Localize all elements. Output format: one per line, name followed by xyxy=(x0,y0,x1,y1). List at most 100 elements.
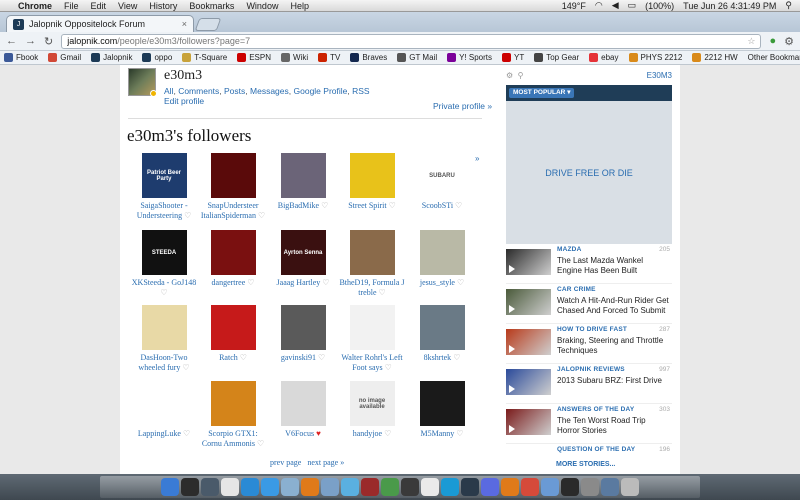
folder-icon[interactable] xyxy=(541,478,559,496)
app-menu-chrome[interactable]: Chrome xyxy=(18,1,52,11)
trash-icon[interactable] xyxy=(621,478,639,496)
bookmark-11[interactable]: YT xyxy=(502,53,524,62)
follower-avatar[interactable]: Patriot Beer Party xyxy=(141,153,187,198)
follower-name-link[interactable]: LappingLuke ♡ xyxy=(130,429,198,439)
story-thumbnail[interactable] xyxy=(506,329,551,355)
finder-icon[interactable] xyxy=(161,478,179,496)
reload-icon[interactable]: ↻ xyxy=(44,35,53,48)
bookmark-8[interactable]: Braves xyxy=(350,53,387,62)
profile-link-comments[interactable]: Comments xyxy=(178,86,219,96)
battery-icon[interactable]: ▭ xyxy=(628,0,637,11)
follower-name-link[interactable]: BtheD19, Formula J treble ♡ xyxy=(338,278,406,298)
avatar[interactable] xyxy=(128,68,157,97)
search-icon[interactable]: ⚲ xyxy=(518,71,524,80)
story-category[interactable]: MAZDA xyxy=(557,246,581,253)
bookmark-9[interactable]: GT Mail xyxy=(397,53,437,62)
follow-heart-icon[interactable]: ♡ xyxy=(451,353,460,362)
bookmark-2[interactable]: Jalopnik xyxy=(91,53,132,62)
bookmark-5[interactable]: ESPN xyxy=(237,53,271,62)
bookmark-6[interactable]: Wiki xyxy=(280,53,308,62)
bookmark-0[interactable]: Fbook xyxy=(4,53,38,62)
volume-icon[interactable]: ◀ xyxy=(612,0,619,11)
other-bookmarks[interactable]: Other Bookmarks xyxy=(748,53,800,62)
follow-heart-icon[interactable]: ♡ xyxy=(454,429,463,438)
story-category[interactable]: CAR CRIME xyxy=(557,286,596,293)
bookmark-10[interactable]: Y! Sports xyxy=(447,53,492,62)
tab-close-icon[interactable]: × xyxy=(182,19,187,29)
profile-link-rss[interactable]: RSS xyxy=(352,86,369,96)
dashboard-icon[interactable] xyxy=(181,478,199,496)
follower-name-link[interactable]: 8kshrtek ♡ xyxy=(408,353,476,363)
follower-name-link[interactable]: Jaaag Hartley ♡ xyxy=(269,278,337,288)
follow-heart-icon[interactable]: ♡ xyxy=(316,353,325,362)
new-tab-button[interactable] xyxy=(194,18,222,31)
follower-name-link[interactable]: BigBadMike ♡ xyxy=(269,201,337,211)
follower-avatar[interactable] xyxy=(419,381,465,426)
follower-name-link[interactable]: SnapUndersteer ItalianSpiderman ♡ xyxy=(199,201,267,221)
story-item[interactable]: CAR CRIME Watch A Hit-And-Run Rider Get C… xyxy=(506,284,672,324)
follower-name-link[interactable]: V6Focus ♥ xyxy=(269,429,337,439)
story-headline[interactable]: The Ten Worst Road Trip Horror Stories xyxy=(557,416,669,436)
story-category[interactable]: ANSWERS OF THE DAY xyxy=(557,406,634,413)
follower-avatar[interactable] xyxy=(210,305,256,350)
follow-heart-icon[interactable]: ♡ xyxy=(382,429,391,438)
address-bar[interactable]: jalopnik.com /people/e30m3/followers?pag… xyxy=(61,33,762,49)
bookmark-12[interactable]: Top Gear xyxy=(534,53,579,62)
x11-icon[interactable] xyxy=(401,478,419,496)
safari-icon[interactable] xyxy=(241,478,259,496)
spotlight-icon[interactable]: ⚲ xyxy=(785,0,792,11)
calendar-icon[interactable] xyxy=(221,478,239,496)
follow-heart-icon[interactable]: ♡ xyxy=(320,278,329,287)
menu-bookmarks[interactable]: Bookmarks xyxy=(189,1,234,11)
story-category[interactable]: JALOPNIK REVIEWS xyxy=(557,366,625,373)
chrome-icon[interactable] xyxy=(381,478,399,496)
bookmark-4[interactable]: T-Square xyxy=(182,53,227,62)
back-icon[interactable]: ← xyxy=(6,35,17,47)
story-headline[interactable]: Braking, Steering and Throttle Technique… xyxy=(557,336,669,356)
follower-avatar[interactable] xyxy=(349,153,395,198)
follow-heart-icon[interactable]: ♡ xyxy=(238,353,247,362)
follow-heart-icon[interactable]: ♡ xyxy=(319,201,328,210)
bookmark-13[interactable]: ebay xyxy=(589,53,619,62)
forward-icon[interactable]: → xyxy=(25,35,36,47)
follower-name-link[interactable]: Scorpio GTX1: Cornu Ammonis ♡ xyxy=(199,429,267,449)
photo-booth-icon[interactable] xyxy=(361,478,379,496)
battery-percent[interactable]: (100%) xyxy=(645,1,674,11)
follow-heart-icon[interactable]: ♡ xyxy=(182,211,191,220)
skype-icon[interactable] xyxy=(441,478,459,496)
itunes-2-icon[interactable] xyxy=(481,478,499,496)
follow-heart-icon[interactable]: ♡ xyxy=(160,288,167,297)
textedit-icon[interactable] xyxy=(421,478,439,496)
story-category[interactable]: QUESTION OF THE DAY xyxy=(557,446,635,453)
follower-avatar[interactable] xyxy=(141,381,187,426)
edit-profile-link[interactable]: Edit profile xyxy=(164,96,204,106)
story-headline[interactable]: Watch A Hit-And-Run Rider Get Chased And… xyxy=(557,296,669,316)
extension-icon[interactable]: ● xyxy=(769,35,776,47)
next-page-link[interactable]: next page » xyxy=(307,458,344,467)
story-thumbnail[interactable] xyxy=(506,249,551,275)
more-stories-link[interactable]: MORE STORIES... xyxy=(556,461,615,468)
follower-name-link[interactable]: Walter Rohrl's Left Foot says ♡ xyxy=(338,353,406,373)
bookmark-15[interactable]: 2212 HW xyxy=(692,53,738,62)
story-headline[interactable]: The Last Mazda Wankel Engine Has Been Bu… xyxy=(557,256,669,276)
follower-avatar[interactable] xyxy=(349,305,395,350)
bookmark-star-icon[interactable]: ☆ xyxy=(747,36,755,47)
menu-view[interactable]: View xyxy=(118,1,137,11)
profile-username[interactable]: e30m3 xyxy=(164,68,202,84)
advertisement[interactable]: DRIVE FREE OR DIE xyxy=(506,101,672,244)
follower-avatar[interactable]: SUBARU xyxy=(419,153,465,198)
story-item[interactable]: JALOPNIK REVIEWS 997 2013 Subaru BRZ: Firs… xyxy=(506,364,672,404)
browser-tab[interactable]: J Jalopnik Oppositelock Forum × xyxy=(6,15,194,32)
sidebar-username[interactable]: E30M3 xyxy=(647,71,672,80)
story-category[interactable]: HOW TO DRIVE FAST xyxy=(557,326,627,333)
profile-link-posts[interactable]: Posts xyxy=(224,86,245,96)
wifi-icon[interactable]: ◠ xyxy=(595,0,603,11)
follow-heart-icon[interactable]: ♡ xyxy=(255,439,264,448)
follower-name-link[interactable]: ScoobSTi ♡ xyxy=(408,201,476,211)
follower-avatar[interactable] xyxy=(349,230,395,275)
story-item[interactable]: HOW TO DRIVE FAST 287 Braking, Steering an… xyxy=(506,324,672,364)
wrench-menu-icon[interactable]: ⚙ xyxy=(784,35,794,48)
clock[interactable]: Tue Jun 26 4:31:49 PM xyxy=(683,1,776,11)
steam-icon[interactable] xyxy=(461,478,479,496)
story-thumbnail[interactable] xyxy=(506,409,551,435)
